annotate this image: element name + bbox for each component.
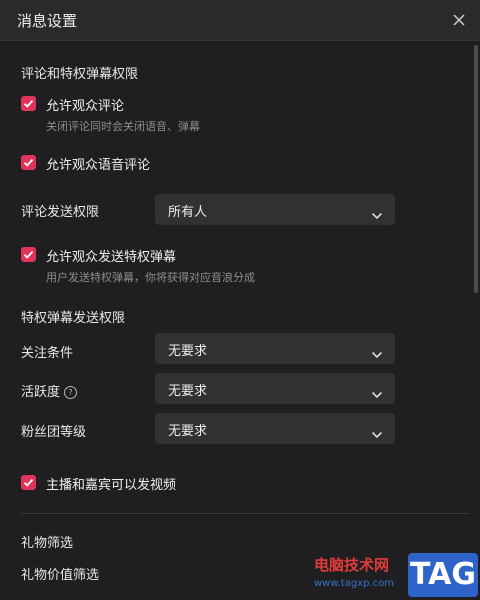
- activity-label: 活跃度: [21, 385, 61, 400]
- settings-content: 评论和特权弹幕权限 允许观众评论 关闭评论同时会关闭语音、弹幕 允许观众语音评论…: [0, 41, 472, 600]
- allow-comments-label: 允许观众评论: [46, 99, 125, 114]
- dialog-titlebar: 消息设置: [0, 0, 480, 41]
- checkbox-checked-icon[interactable]: [21, 155, 36, 170]
- comment-permission-value: 所有人: [168, 205, 208, 220]
- gift-value-filter-label: 礼物价值筛选: [21, 568, 100, 583]
- fan-level-label: 粉丝团等级: [21, 425, 87, 440]
- fan-level-value: 无要求: [168, 424, 208, 439]
- checkbox-checked-icon[interactable]: [21, 475, 36, 490]
- chevron-down-icon: [371, 384, 383, 403]
- activity-value: 无要求: [168, 384, 208, 399]
- section-divider: [21, 513, 469, 514]
- section-title-gift-filter: 礼物筛选: [21, 536, 74, 551]
- checkbox-checked-icon[interactable]: [21, 247, 36, 262]
- watermark-logo: 电脑技术网 www.tagxp.com TAG: [312, 552, 480, 600]
- section-title-privilege-danmaku: 特权弹幕发送权限: [21, 311, 126, 326]
- comment-permission-label: 评论发送权限: [21, 205, 100, 220]
- follow-condition-select[interactable]: 无要求: [155, 333, 395, 364]
- follow-condition-label: 关注条件: [21, 346, 74, 361]
- watermark-site-name: 电脑技术网: [314, 556, 390, 574]
- activity-select[interactable]: 无要求: [155, 373, 395, 404]
- allow-comments-hint: 关闭评论同时会关闭语音、弹幕: [46, 120, 200, 133]
- dialog-title: 消息设置: [17, 12, 78, 30]
- allow-privilege-danmaku-hint: 用户发送特权弹幕，你将获得对应音浪分成: [46, 271, 255, 284]
- allow-privilege-danmaku-label: 允许观众发送特权弹幕: [46, 250, 177, 265]
- chevron-down-icon: [371, 344, 383, 363]
- section-title-comment-permissions: 评论和特权弹幕权限: [21, 67, 139, 82]
- fan-level-select[interactable]: 无要求: [155, 413, 395, 444]
- allow-video-label: 主播和嘉宾可以发视频: [46, 478, 177, 493]
- allow-voice-comments-label: 允许观众语音评论: [46, 158, 151, 173]
- scrollbar-thumb[interactable]: [474, 45, 478, 293]
- scrollbar[interactable]: [472, 41, 480, 600]
- watermark-tag-badge: TAG: [408, 553, 478, 597]
- chevron-down-icon: [371, 205, 383, 224]
- follow-condition-value: 无要求: [168, 344, 208, 359]
- checkbox-checked-icon[interactable]: [21, 96, 36, 111]
- comment-permission-select[interactable]: 所有人: [155, 194, 395, 225]
- chevron-down-icon: [371, 424, 383, 443]
- close-icon[interactable]: [449, 10, 469, 30]
- help-icon[interactable]: ?: [64, 386, 78, 399]
- activity-label-row: 活跃度?: [21, 381, 78, 400]
- watermark-url: www.tagxp.com: [314, 578, 394, 589]
